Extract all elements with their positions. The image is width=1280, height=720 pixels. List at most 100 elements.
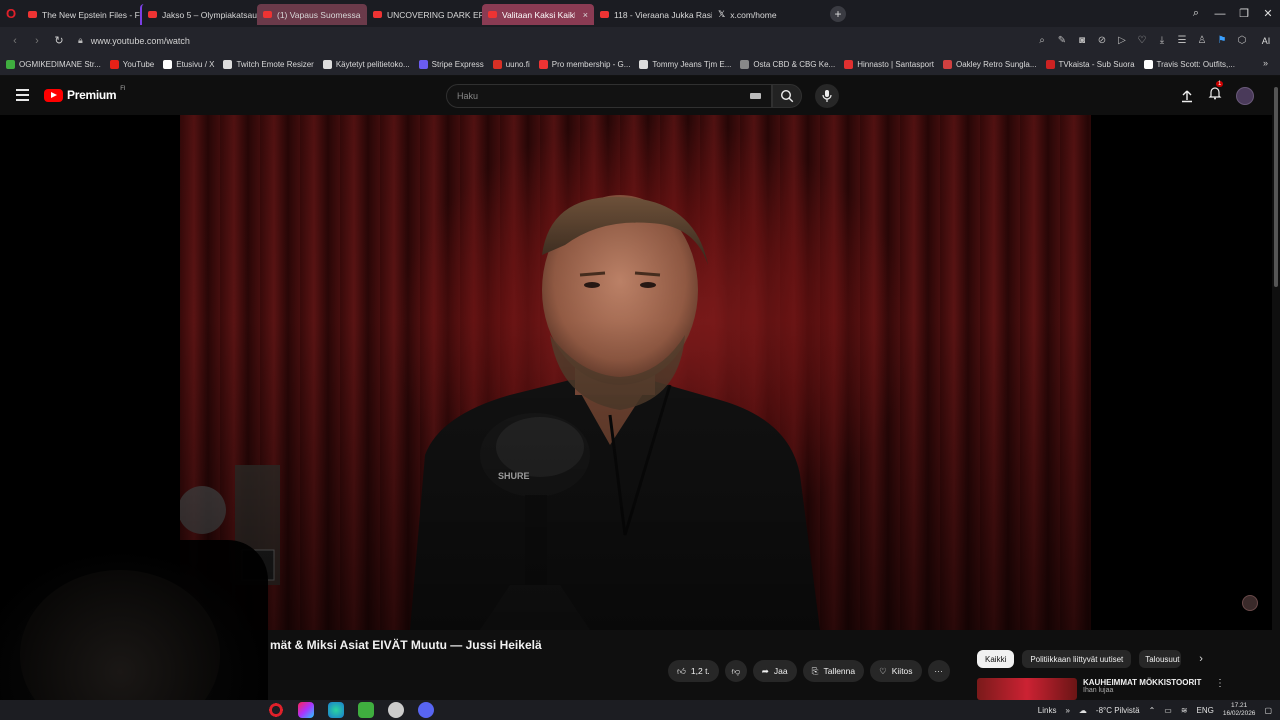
maximize-icon[interactable]: ❐ xyxy=(1232,7,1256,20)
video-frame: SHURE xyxy=(180,115,1091,630)
avatar[interactable] xyxy=(1236,86,1254,105)
bookmark-item[interactable]: Hinnasto | Santasport xyxy=(844,60,934,69)
taskbar: Links » ☁ -8°C Pilvistä ⌃ ▭ ≋ ENG 17.21 … xyxy=(0,700,1280,720)
copilot-icon[interactable] xyxy=(298,702,314,718)
display-icon[interactable]: ▭ xyxy=(1164,706,1172,715)
reco-title[interactable]: KAUHEIMMAT MÖKKISTOORIT xyxy=(1083,678,1203,687)
language-indicator[interactable]: ENG xyxy=(1197,706,1214,715)
kebab-menu-icon[interactable]: ⋮ xyxy=(1215,678,1225,700)
reload-icon[interactable]: ↻ xyxy=(48,34,70,47)
menu-icon[interactable] xyxy=(16,89,29,104)
tab-vapaus-suomessa[interactable]: (1) Vapaus Suomessa xyxy=(257,4,367,25)
channel-watermark-icon[interactable] xyxy=(1242,595,1258,611)
back-icon[interactable]: ‹ xyxy=(4,35,26,47)
thanks-button[interactable]: ♡ Kiitos xyxy=(870,660,922,682)
search-icon[interactable]: ⌕ xyxy=(1032,35,1052,46)
bell-icon xyxy=(1208,87,1222,100)
tab-valitaan-kaksi[interactable]: Valitaan Kaksi Kaikkien× xyxy=(482,4,594,25)
header-actions: 1 xyxy=(1180,81,1254,105)
chip-economy[interactable]: Talousuut xyxy=(1139,650,1182,668)
download-icon[interactable]: ⤓ xyxy=(1152,35,1172,46)
opera-icon[interactable] xyxy=(268,702,284,718)
chevron-right-icon[interactable]: › xyxy=(1199,653,1203,665)
send-icon[interactable]: ▷ xyxy=(1112,35,1132,46)
bookmark-favicon-icon xyxy=(538,60,548,69)
close-tab-icon[interactable]: × xyxy=(583,10,588,20)
search-tabs-icon[interactable]: ⌕ xyxy=(1184,7,1208,20)
upload-icon[interactable] xyxy=(1180,89,1194,103)
chevron-up-icon[interactable]: ⌃ xyxy=(1149,706,1156,715)
save-button[interactable]: ⎘ Tallenna xyxy=(802,660,865,682)
cube-icon[interactable]: ⬡ xyxy=(1232,35,1252,46)
bookmark-item[interactable]: uuno.fi xyxy=(492,60,530,69)
tab-epstein-files[interactable]: The New Epstein Files - Fu xyxy=(22,4,140,25)
edit-icon[interactable]: ✎ xyxy=(1052,35,1072,46)
tab-uncovering-dark[interactable]: UNCOVERING DARK EPST xyxy=(367,4,482,25)
search-button[interactable] xyxy=(772,84,802,108)
chip-all[interactable]: Kaikki xyxy=(977,650,1015,668)
clock[interactable]: 17.21 16/02/2026 xyxy=(1223,702,1256,718)
bookmark-item[interactable]: Travis Scott: Outfits,... xyxy=(1143,60,1235,69)
bookmark-item[interactable]: Pro membership - G... xyxy=(538,60,630,69)
address-bar-actions: ⌕ ✎ ◙ ⊘ ▷ ♡ ⤓ ☰ ♙ ⚑ ⬡ AI xyxy=(1032,27,1280,54)
video-thumbnail[interactable] xyxy=(977,678,1077,700)
list-icon[interactable]: ☰ xyxy=(1172,35,1192,46)
extension-icon[interactable]: ⚑ xyxy=(1212,35,1232,46)
bookmark-item[interactable]: Stripe Express xyxy=(418,60,484,69)
bookmark-item[interactable]: Käytetyt pelitietoko... xyxy=(322,60,410,69)
search-input[interactable]: Haku xyxy=(446,84,772,108)
page-scrollbar[interactable] xyxy=(1272,77,1280,700)
network-icon[interactable]: ≋ xyxy=(1181,706,1188,715)
bookmark-item[interactable]: YouTube xyxy=(109,60,154,69)
more-actions-button[interactable]: ··· xyxy=(927,660,950,682)
voice-search-button[interactable] xyxy=(815,84,839,108)
ai-button[interactable]: AI xyxy=(1252,36,1280,46)
bookmark-item[interactable]: OGMIKEDIMANE Str... xyxy=(6,60,101,69)
youtube-favicon-icon xyxy=(263,11,272,18)
bookmark-favicon-icon xyxy=(1143,60,1153,69)
app-gray-icon[interactable] xyxy=(388,702,404,718)
bookmarks-overflow-icon[interactable]: » xyxy=(1263,58,1268,68)
youtube-favicon-icon xyxy=(600,11,609,18)
notification-center-icon[interactable]: ▢ xyxy=(1264,706,1272,715)
thumbs-down-icon: 👎︎ xyxy=(731,665,741,676)
recommended-video[interactable]: KAUHEIMMAT MÖKKISTOORIT Ihan lujaa ⋮ xyxy=(977,678,1225,700)
thanks-icon: ♡ xyxy=(879,665,887,676)
opera-logo-icon[interactable]: O xyxy=(0,0,22,27)
youtube-favicon-icon xyxy=(488,11,497,18)
bookmark-item[interactable]: Oakley Retro Sungla... xyxy=(943,60,1037,69)
video-actions: 👍︎ 1,2 t. 👎︎ ➦ Jaa ⎘ Tallenna ♡ Kiitos ··· xyxy=(668,660,950,682)
user-icon[interactable]: ♙ xyxy=(1192,35,1212,46)
edge-icon[interactable] xyxy=(328,702,344,718)
discord-icon[interactable] xyxy=(418,702,434,718)
tab-olympiakatsaus[interactable]: Jakso 5 – Olympiakatsau xyxy=(140,4,257,25)
forward-icon[interactable]: › xyxy=(26,35,48,47)
camera-icon[interactable]: ◙ xyxy=(1072,35,1092,46)
youtube-premium-logo[interactable]: Premium FI xyxy=(44,86,126,102)
bookmark-item[interactable]: Twitch Emote Resizer xyxy=(223,60,314,69)
heart-icon[interactable]: ♡ xyxy=(1132,35,1152,46)
tab-x-home[interactable]: 𝕏x.com/home xyxy=(712,4,822,25)
close-window-icon[interactable]: ✕ xyxy=(1256,7,1280,20)
weather-text[interactable]: -8°C Pilvistä xyxy=(1096,706,1140,715)
links-toolbar[interactable]: Links xyxy=(1038,706,1057,715)
bookmark-item[interactable]: Osta CBD & CBG Ke... xyxy=(740,60,835,69)
url-field[interactable]: 🔒︎ www.youtube.com/watch xyxy=(78,35,190,46)
notifications-button[interactable]: 1 xyxy=(1208,81,1224,105)
block-icon[interactable]: ⊘ xyxy=(1092,35,1112,46)
tab-vieraana-jukka[interactable]: 118 - Vieraana Jukka Rasila xyxy=(594,4,712,25)
chip-politics[interactable]: Politiikkaan liittyvät uutiset xyxy=(1022,650,1132,668)
bookmark-item[interactable]: Etusivu / X xyxy=(163,60,214,69)
bookmark-item[interactable]: TVkaista - Sub Suora xyxy=(1045,60,1135,69)
minimize-icon[interactable]: — xyxy=(1208,8,1232,20)
app-green-icon[interactable] xyxy=(358,702,374,718)
bookmark-item[interactable]: Tommy Jeans Tjm E... xyxy=(639,60,731,69)
new-tab-button[interactable]: + xyxy=(830,5,846,22)
dislike-button[interactable]: 👎︎ xyxy=(724,660,747,682)
share-button[interactable]: ➦ Jaa xyxy=(752,660,797,682)
cloud-icon: ☁ xyxy=(1078,705,1087,715)
like-button[interactable]: 👍︎ 1,2 t. xyxy=(668,660,719,682)
keyboard-icon[interactable] xyxy=(750,93,761,99)
chevron-right-icon[interactable]: » xyxy=(1065,706,1069,715)
scrollbar-thumb[interactable] xyxy=(1274,87,1278,287)
